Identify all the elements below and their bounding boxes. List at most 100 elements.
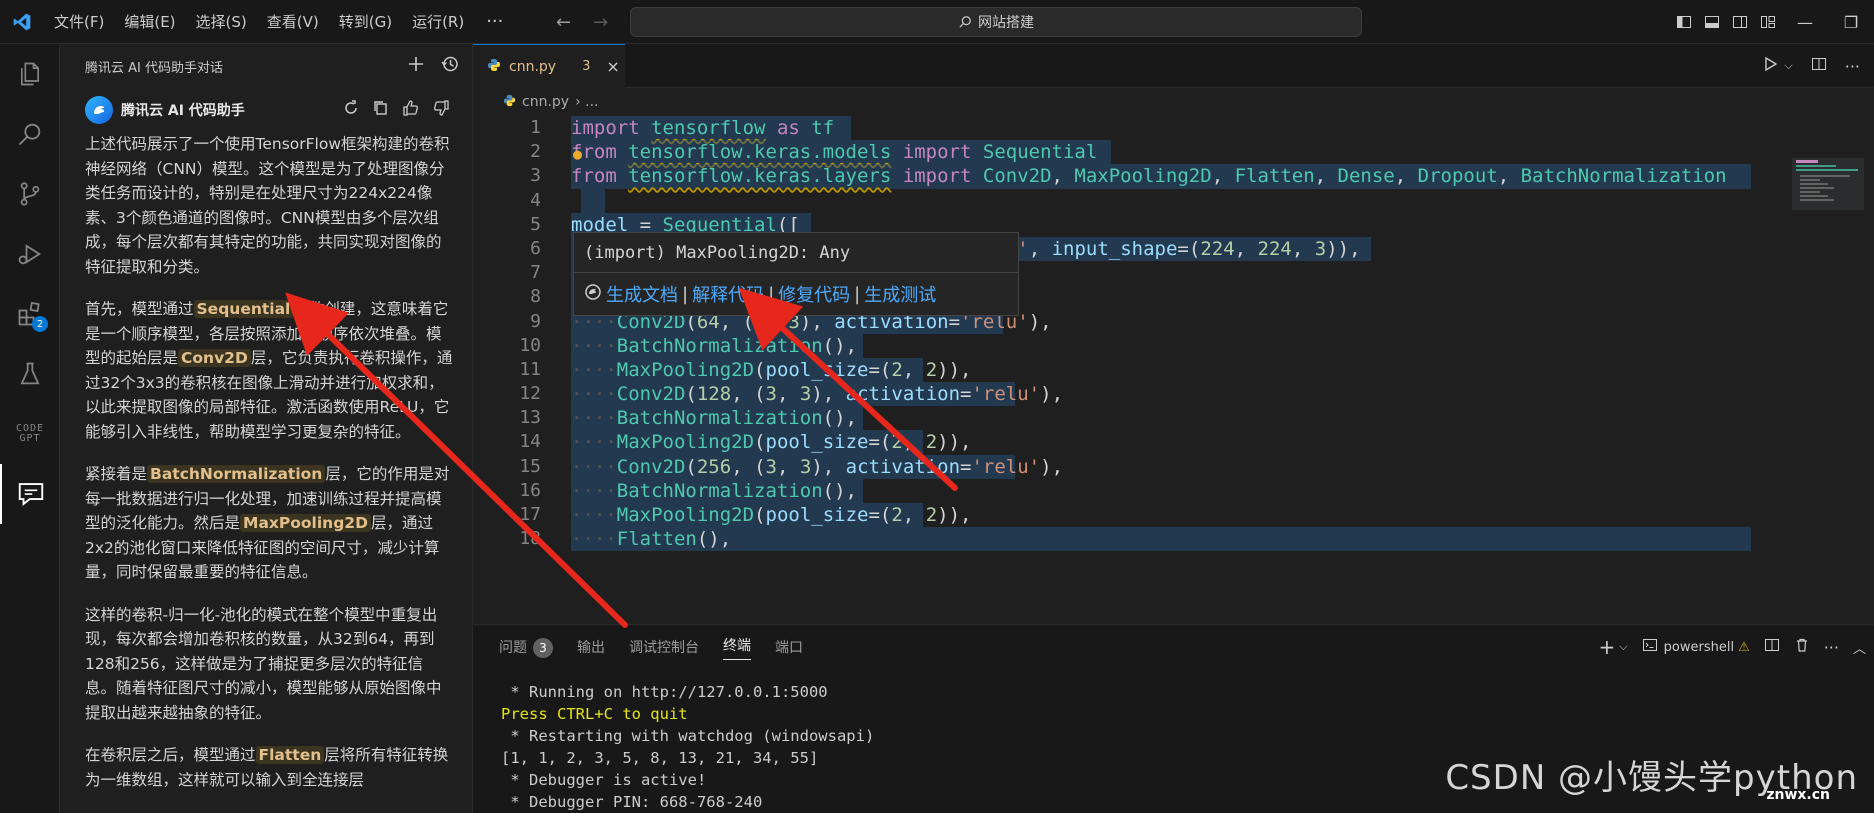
title-bar: 文件(F) 编辑(E) 选择(S) 查看(V) 转到(G) 运行(R) ··· … (0, 0, 1874, 44)
history-icon[interactable] (440, 54, 460, 78)
run-debug-icon[interactable] (0, 224, 60, 284)
ai-chat-icon[interactable] (0, 464, 60, 524)
line-number: 18 (519, 528, 541, 550)
extensions-icon[interactable]: 2 (0, 284, 60, 344)
toggle-secondary-sidebar-icon[interactable] (1726, 0, 1754, 44)
menu-file[interactable]: 文件(F) (44, 0, 114, 44)
ai-assistant-icon (584, 283, 602, 306)
hover-signature: (import) MaxPooling2D: Any (574, 233, 1018, 273)
chat-paragraph: 首先，模型通过 Sequential 函数创建，这意味着它是一个顺序模型，各层按照添… (85, 300, 453, 441)
thumbs-up-icon[interactable] (402, 99, 420, 121)
inline-code: Flatten (255, 746, 325, 764)
line-number: 1 (530, 117, 541, 138)
python-file-icon (487, 58, 501, 76)
generate-docs-link[interactable]: 生成文档 (606, 281, 678, 307)
lightbulb-icon[interactable]: ● (573, 142, 582, 166)
breadcrumb-sep[interactable]: › ... (575, 94, 598, 110)
tab-cnn-py[interactable]: cnn.py 3 × (473, 44, 625, 88)
code-line: 14 ····MaxPooling2D(pool_size=(2, 2)), (473, 430, 1874, 455)
more-actions-icon[interactable]: ··· (1845, 57, 1860, 76)
terminal-dropdown-chevron-icon[interactable]: ⌵ (1619, 640, 1627, 654)
menu-selection[interactable]: 选择(S) (186, 0, 257, 44)
toggle-panel-icon[interactable] (1698, 0, 1726, 44)
search-icon (959, 16, 971, 28)
code-line: 11 ····MaxPooling2D(pool_size=(2, 2)), (473, 357, 1874, 383)
command-center-label: 网站搭建 (978, 15, 1034, 31)
warning-icon: ⚠ (1738, 639, 1750, 655)
menu-view[interactable]: 查看(V) (257, 0, 329, 44)
tab-filename: cnn.py (509, 58, 557, 75)
forward-arrow-icon[interactable]: → (593, 12, 608, 33)
assistant-name: 腾讯云 AI 代码助手 (121, 103, 245, 119)
maximize-panel-chevron-icon[interactable]: ︿ (1853, 638, 1866, 657)
toggle-primary-sidebar-icon[interactable] (1670, 0, 1698, 44)
split-terminal-icon[interactable] (1764, 637, 1780, 657)
chat-paragraph: 紧接着是 BatchNormalization 层，它的作用是对每一批数据进行归一化… (85, 465, 450, 581)
line-number: 4 (530, 189, 541, 211)
line-number: 6 (530, 237, 541, 259)
hover-tooltip: (import) MaxPooling2D: Any 生成文档 | 解释代码 |… (573, 232, 1019, 316)
source-control-icon[interactable] (0, 164, 60, 224)
thumbs-down-icon[interactable] (432, 99, 450, 121)
line-number: 8 (530, 286, 541, 308)
explain-code-link[interactable]: 解释代码 (692, 281, 764, 307)
code-line: 2 from tensorflow.keras.models import Seq… (473, 140, 1874, 166)
menu-edit[interactable]: 编辑(E) (114, 0, 185, 44)
kill-terminal-icon[interactable] (1794, 637, 1810, 657)
new-terminal-icon[interactable]: + (1599, 635, 1616, 659)
code-line: 18 ····Flatten(), (473, 527, 1874, 552)
command-center-search[interactable]: 网站搭建 (630, 7, 1362, 37)
fix-code-link[interactable]: 修复代码 (778, 281, 850, 307)
code-line: 10 ····BatchNormalization(), (473, 333, 1874, 358)
nav-arrows: ← → (556, 0, 608, 44)
line-number: 9 (530, 310, 541, 332)
generate-tests-link[interactable]: 生成测试 (864, 281, 936, 307)
restore-button[interactable]: ❐ (1828, 0, 1874, 44)
line-number: 10 (519, 334, 541, 356)
menu-go[interactable]: 转到(G) (329, 0, 402, 44)
chat-paragraph: 在卷积层之后，模型通过 Flatten 层将所有特征转换为一维数组，这样就可以输入到… (85, 746, 449, 789)
tab-terminal[interactable]: 终端 (723, 635, 751, 660)
tab-ports[interactable]: 端口 (775, 637, 803, 657)
inline-code: MaxPooling2D (240, 514, 371, 532)
explorer-icon[interactable] (0, 44, 60, 104)
tab-problems[interactable]: 问题 3 (499, 637, 553, 658)
minimize-button[interactable]: — (1782, 0, 1828, 44)
line-number: 3 (530, 165, 541, 187)
regenerate-icon[interactable] (342, 99, 360, 121)
back-arrow-icon[interactable]: ← (556, 12, 571, 33)
run-dropdown-chevron-icon[interactable]: ⌵ (1784, 59, 1792, 73)
editor-actions: ⌵ ··· (1762, 56, 1860, 76)
terminal-shell-icon (1642, 637, 1658, 657)
tab-output[interactable]: 输出 (577, 637, 605, 657)
menu-bar: 文件(F) 编辑(E) 选择(S) 查看(V) 转到(G) 运行(R) ··· (44, 0, 515, 44)
codegpt-label-line2: GPT (19, 433, 41, 444)
extensions-badge: 2 (32, 316, 48, 332)
chat-panel-title: 腾讯云 AI 代码助手对话 (85, 60, 223, 76)
menu-run[interactable]: 运行(R) (402, 0, 474, 44)
breadcrumb-file[interactable]: cnn.py (522, 94, 569, 110)
testing-icon[interactable] (0, 344, 60, 404)
run-file-icon[interactable] (1762, 56, 1778, 76)
hover-separator: | (682, 283, 689, 305)
customize-layout-icon[interactable] (1754, 0, 1782, 44)
terminal-shell-name[interactable]: powershell (1664, 640, 1734, 655)
search-icon[interactable] (0, 104, 60, 164)
editor-group: cnn.py 3 × ⌵ ··· cnn.py › ... 1 import te… (473, 44, 1874, 624)
problems-count-badge: 3 (533, 637, 553, 658)
code-editor[interactable]: 1 import tensorflow as tf 2 from tensorflo… (473, 116, 1874, 552)
panel-more-icon[interactable]: ··· (1824, 638, 1839, 657)
ai-chat-panel: 腾讯云 AI 代码助手对话 腾讯云 AI 代码助手 上述代码展示了一个使用Ten… (60, 44, 473, 813)
new-chat-icon[interactable] (406, 54, 426, 78)
menu-more-button[interactable]: ··· (474, 11, 515, 32)
copy-icon[interactable] (372, 99, 390, 121)
tab-debug-console[interactable]: 调试控制台 (629, 637, 699, 657)
minimap[interactable] (1792, 158, 1864, 210)
split-editor-icon[interactable] (1811, 56, 1827, 76)
breadcrumb: cnn.py › ... (473, 88, 1874, 116)
codegpt-icon[interactable]: CODE GPT (0, 404, 60, 464)
tab-close-icon[interactable]: × (606, 57, 619, 76)
terminal-line: * Restarting with watchdog (windowsapi) (501, 727, 875, 745)
hover-separator: | (768, 283, 775, 305)
terminal-line: * Running on http://127.0.0.1:5000 (501, 683, 828, 701)
